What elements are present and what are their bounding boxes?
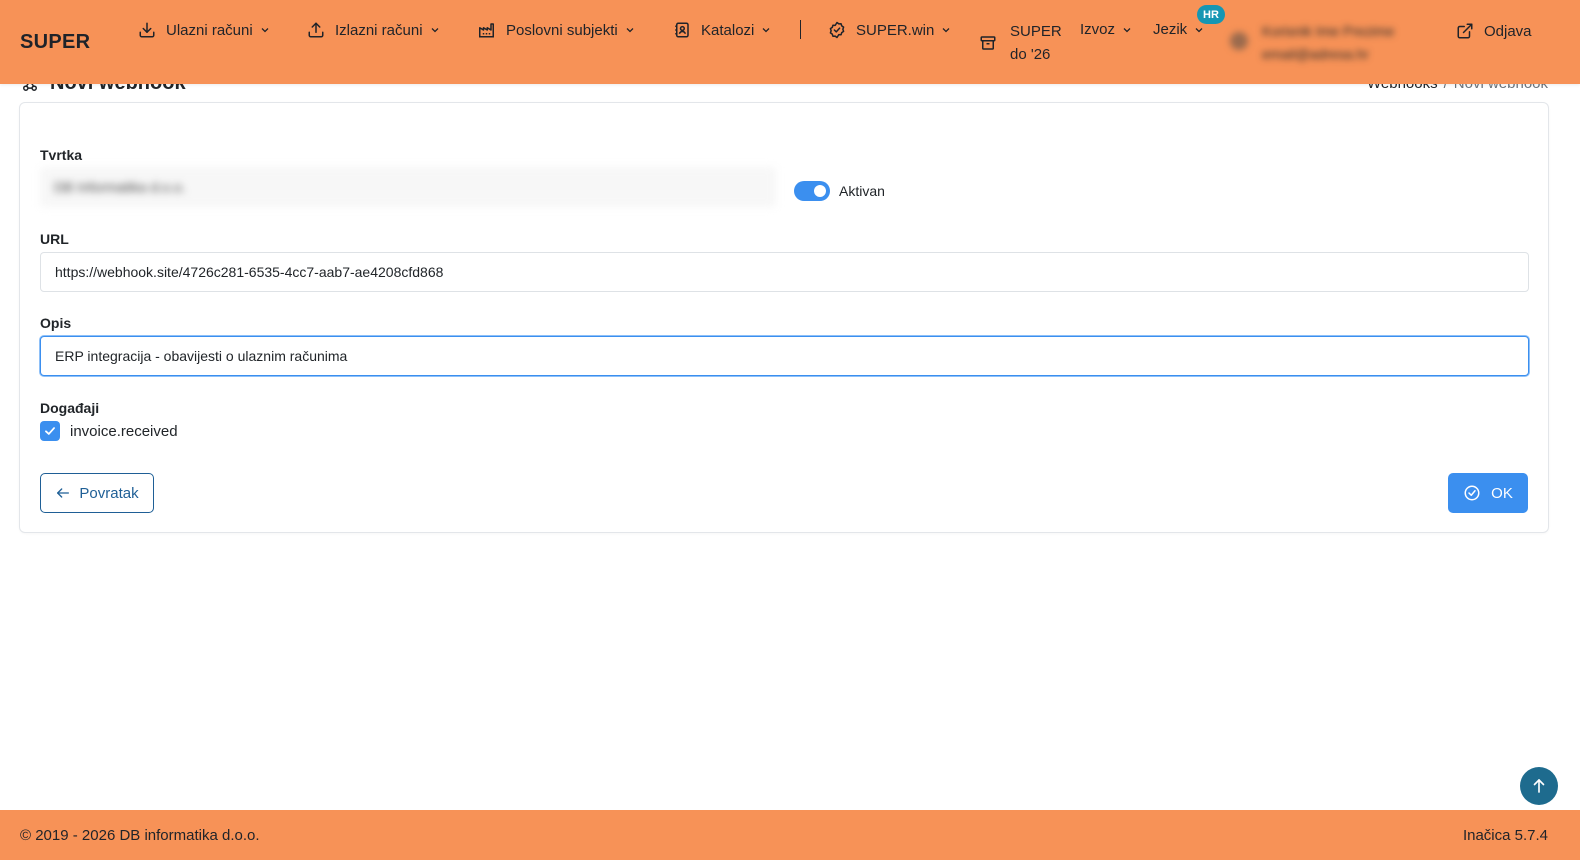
factory-icon	[479, 23, 494, 38]
toggle-knob	[814, 185, 826, 197]
nav-izlazni-racuni[interactable]: Izlazni računi	[307, 21, 441, 39]
nav-label: Jezik	[1153, 21, 1188, 38]
user-name: Korisnik Ime Prezime	[1262, 23, 1395, 39]
logout-button[interactable]: Odjava	[1456, 22, 1532, 40]
nav-label: SUPER.win	[856, 21, 935, 39]
chevron-down-icon	[431, 28, 438, 33]
badge-check-icon	[829, 21, 845, 39]
download-icon	[139, 22, 155, 38]
check-icon	[45, 427, 55, 435]
url-input[interactable]: https://webhook.site/4726c281-6535-4cc7-…	[40, 252, 1529, 292]
chevron-down-icon	[626, 28, 634, 33]
description-label: Opis	[40, 315, 72, 331]
nav-label: Katalozi	[701, 21, 755, 39]
active-toggle[interactable]: Aktivan	[794, 181, 885, 201]
nav-label: Poslovni subjekti	[506, 21, 618, 39]
footer-copyright: © 2019 - 2026 DB informatika d.o.o.	[20, 826, 260, 844]
nav-super-do-line2: do '26	[1010, 46, 1051, 63]
nav-jezik[interactable]: Jezik	[1153, 21, 1205, 38]
nav-katalozi[interactable]: Katalozi	[673, 21, 772, 39]
avatar	[1230, 32, 1248, 50]
checkbox[interactable]	[40, 421, 60, 441]
chevron-down-icon	[942, 28, 950, 33]
company-select[interactable]: DB Informatika d.o.o.	[40, 167, 776, 207]
company-label: Tvrtka	[40, 147, 83, 163]
nav-super-do[interactable]: SUPER do '26	[978, 20, 1062, 66]
ok-button-label: OK	[1491, 484, 1513, 502]
footer-version: Inačica 5.7.4	[1462, 826, 1548, 844]
external-link-icon	[1457, 23, 1473, 39]
nav-divider	[800, 20, 801, 39]
nav-super-do-line1: SUPER	[1010, 23, 1062, 40]
back-button-label: Povratak	[79, 484, 139, 502]
chevron-down-icon	[261, 28, 269, 33]
arrow-left-icon	[57, 488, 70, 498]
top-navbar: SUPER Ulazni računi Izlazni računi Poslo…	[0, 0, 1580, 84]
chevron-down-icon	[1123, 27, 1131, 32]
arrow-up-icon	[1533, 779, 1545, 793]
chevron-down-icon	[1195, 27, 1203, 32]
nav-label: Ulazni računi	[166, 21, 253, 39]
nav-label: Izlazni računi	[335, 21, 423, 39]
ok-button[interactable]: OK	[1448, 473, 1528, 513]
active-label: Aktivan	[839, 183, 885, 199]
nav-poslovni-subjekti[interactable]: Poslovni subjekti	[477, 21, 636, 39]
scroll-to-top-button[interactable]	[1520, 767, 1558, 805]
description-input[interactable]: ERP integracija - obavijesti o ulaznim r…	[40, 336, 1529, 376]
brand-logo[interactable]: SUPER	[20, 31, 90, 54]
contacts-book-icon	[675, 22, 689, 38]
user-menu[interactable]: Korisnik Ime Prezime email@adresa.hr	[1230, 20, 1394, 66]
back-button[interactable]: Povratak	[40, 473, 154, 513]
company-value: DB Informatika d.o.o.	[54, 179, 186, 195]
nav-izvoz[interactable]: Izvoz	[1080, 21, 1133, 38]
archive-box-icon	[980, 36, 996, 50]
footer: © 2019 - 2026 DB informatika d.o.o. Inač…	[0, 810, 1580, 860]
webhook-form-card: Tvrtka DB Informatika d.o.o. Aktivan URL…	[19, 102, 1549, 533]
nav-super-win[interactable]: SUPER.win	[828, 21, 952, 39]
chevron-down-icon	[762, 28, 770, 33]
toggle-switch[interactable]	[794, 181, 830, 201]
nav-label: Izvoz	[1080, 21, 1116, 38]
logout-label: Odjava	[1484, 22, 1532, 40]
event-label: invoice.received	[70, 422, 178, 440]
event-checkbox-invoice-received[interactable]: invoice.received	[40, 421, 178, 441]
upload-icon	[308, 22, 324, 38]
check-circle-icon	[1464, 485, 1480, 501]
user-email: email@adresa.hr	[1262, 46, 1369, 62]
events-label: Događaji	[40, 400, 100, 416]
url-label: URL	[40, 231, 69, 247]
nav-ulazni-racuni[interactable]: Ulazni računi	[138, 21, 271, 39]
language-badge: HR	[1197, 5, 1225, 24]
